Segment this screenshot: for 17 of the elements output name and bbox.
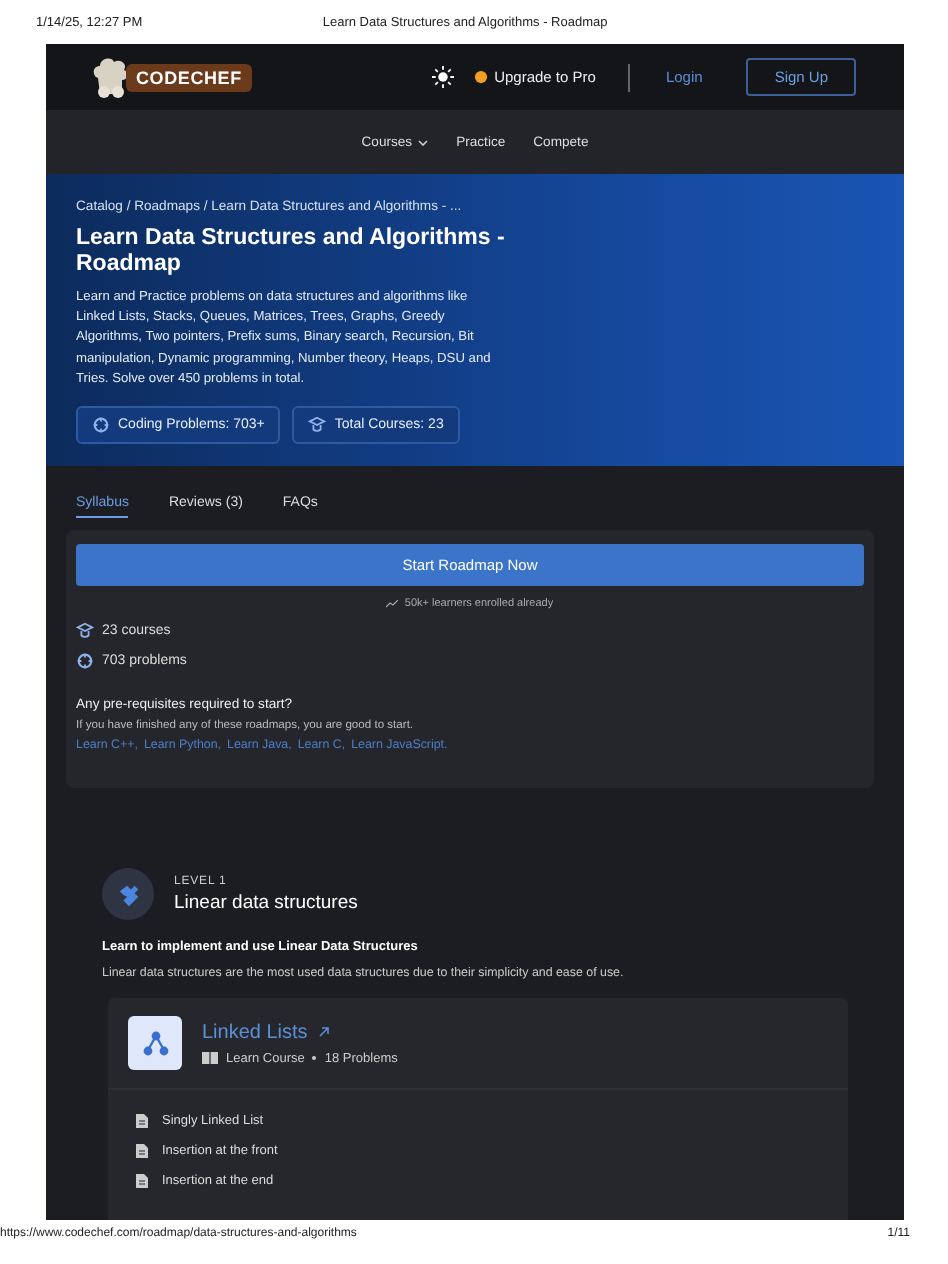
course-title[interactable]: Linked Lists <box>202 1021 308 1043</box>
trend-icon <box>386 600 399 608</box>
sun-icon[interactable] <box>432 66 455 88</box>
document-icon <box>136 1114 148 1128</box>
course-thumbnail <box>128 1016 182 1070</box>
coin-icon <box>474 70 489 84</box>
graduation-cap-icon <box>76 622 94 640</box>
caret-icon <box>418 139 429 145</box>
document-icon <box>136 1144 148 1158</box>
graduation-cap-icon <box>308 416 327 435</box>
puzzle-icon <box>115 881 141 907</box>
hero-title: Learn Data Structures and Algorithms - Roadmap <box>76 226 507 278</box>
external-link-icon[interactable] <box>317 1026 330 1038</box>
document-icon <box>136 1174 148 1188</box>
book-icon <box>202 1052 218 1064</box>
level-title: Linear data structures <box>174 891 358 913</box>
logo-text[interactable]: CODECHEF <box>126 63 252 91</box>
